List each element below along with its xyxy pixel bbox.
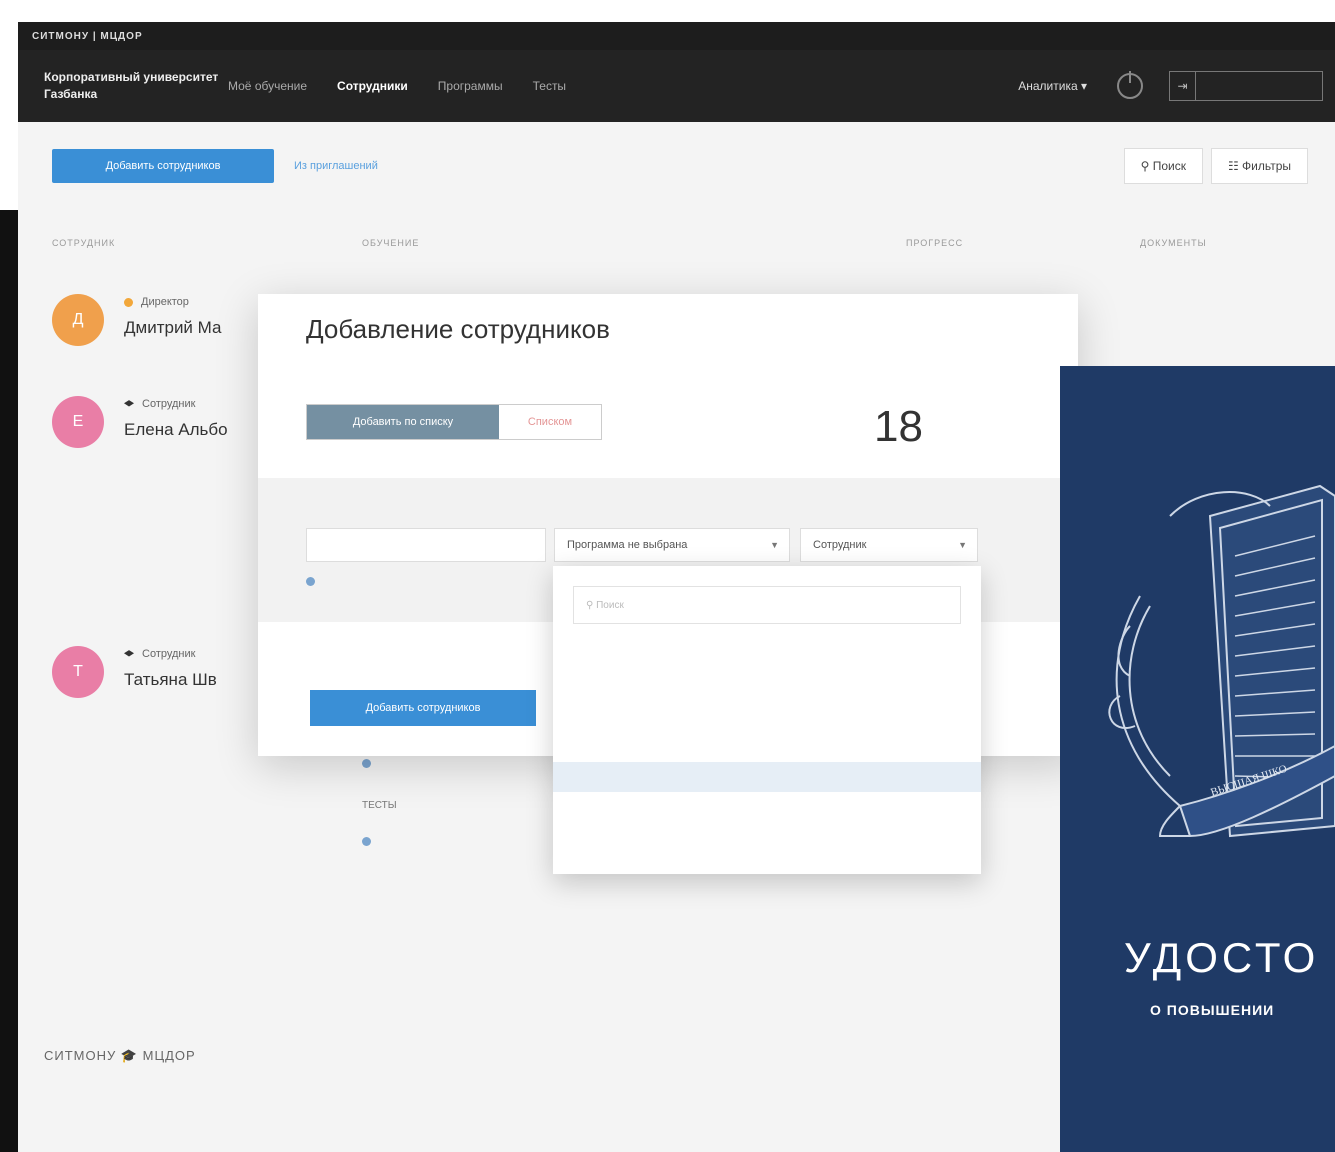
university-name[interactable]: Корпоративный университет Газбанка (18, 69, 228, 103)
toolbar-right: ⚲ Поиск ☷ Фильтры (1116, 148, 1308, 184)
search-button[interactable]: ⚲ Поиск (1123, 148, 1203, 184)
main-navbar: Корпоративный университет Газбанка Моё о… (18, 50, 1335, 122)
avatar: Д (52, 294, 104, 346)
course-link[interactable] (362, 836, 377, 847)
program-select-value: Программа не выбрана (567, 539, 688, 551)
employee-name[interactable]: Дмитрий Ма (124, 318, 221, 338)
brand-logo: СИТМОНУ | МЦДОР (32, 30, 143, 42)
nav-tests[interactable]: Тесты (533, 79, 566, 93)
role-select-value: Сотрудник (813, 539, 867, 551)
toolbar: Добавить сотрудников Из приглашений ⚲ По… (52, 148, 1308, 184)
table-row[interactable]: Т Сотрудник Татьяна Шв (52, 646, 292, 716)
add-row-link[interactable] (306, 576, 321, 587)
table-row[interactable]: Е Сотрудник Елена Альбо (52, 396, 292, 466)
logout-icon: ⇥ (1170, 72, 1196, 100)
role-text: Сотрудник (142, 648, 196, 660)
avatar: Е (52, 396, 104, 448)
director-icon (124, 297, 133, 307)
mode-switch: Добавить по списку Списком (306, 404, 602, 440)
submit-add-button[interactable]: Добавить сотрудников (310, 690, 536, 726)
role-text: Сотрудник (142, 398, 196, 410)
invitations-link[interactable]: Из приглашений (294, 160, 378, 172)
column-header-learning[interactable]: Обучение (362, 238, 419, 248)
role-text: Директор (141, 296, 189, 308)
seats-counter: 18 (874, 402, 923, 451)
graduation-cap-icon (124, 650, 134, 657)
nav-programs[interactable]: Программы (438, 79, 503, 93)
email-field[interactable] (306, 528, 546, 562)
role-label: Сотрудник (124, 648, 195, 660)
avatar: Т (52, 646, 104, 698)
role-label: Директор (124, 296, 189, 308)
power-icon[interactable] (1117, 71, 1143, 99)
column-header-employee[interactable]: Сотрудник (52, 238, 115, 248)
course-link[interactable] (362, 758, 377, 769)
employee-name[interactable]: Елена Альбо (124, 420, 228, 440)
column-header-documents[interactable]: Документы (1140, 238, 1207, 248)
tab-list[interactable]: Списком (499, 405, 601, 439)
tests-label: ТЕСТЫ (362, 800, 397, 811)
background-dark-strip (0, 210, 18, 1152)
graduation-cap-icon (124, 400, 134, 407)
dropdown-search-input[interactable]: ⚲ Поиск (573, 586, 961, 624)
account-button[interactable]: ⇥ (1169, 71, 1323, 101)
footer-logo: СИТМОНУ 🎓 МЦДОР (44, 1048, 196, 1063)
tab-by-list[interactable]: Добавить по списку (307, 405, 499, 439)
nav-right: Аналитика ▾ ⇥ (1018, 71, 1335, 101)
chevron-down-icon: ▼ (770, 540, 779, 550)
certificate-emblem: ВЫСШАЯ ШКО (1108, 484, 1335, 838)
chevron-down-icon: ▼ (958, 540, 967, 550)
role-select[interactable]: Сотрудник ▼ (800, 528, 978, 562)
dropdown-highlight (553, 762, 981, 792)
column-header-progress[interactable]: Прогресс (906, 238, 963, 248)
certificate-title: УДОСТО (1124, 934, 1320, 981)
employee-name[interactable]: Татьяна Шв (124, 670, 217, 690)
certificate-subtitle: О ПОВЫШЕНИИ (1150, 1002, 1275, 1018)
role-label: Сотрудник (124, 398, 195, 410)
certificate-cover: ВЫСШАЯ ШКО УДОСТО О ПОВЫШЕНИИ (1060, 366, 1335, 1152)
nav-my-learning[interactable]: Моё обучение (228, 79, 307, 93)
table-row[interactable]: Д Директор Дмитрий Ма (52, 294, 292, 364)
filters-button[interactable]: ☷ Фильтры (1210, 148, 1308, 184)
add-employees-button[interactable]: Добавить сотрудников (52, 149, 274, 183)
brand-strip: СИТМОНУ | МЦДОР (18, 22, 1335, 50)
modal-title: Добавление сотрудников (306, 314, 610, 344)
program-select[interactable]: Программа не выбрана ▼ (554, 528, 790, 562)
program-dropdown: ⚲ Поиск (553, 566, 981, 874)
nav-employees[interactable]: Сотрудники (337, 79, 408, 93)
analytics-dropdown[interactable]: Аналитика ▾ (1018, 79, 1087, 93)
